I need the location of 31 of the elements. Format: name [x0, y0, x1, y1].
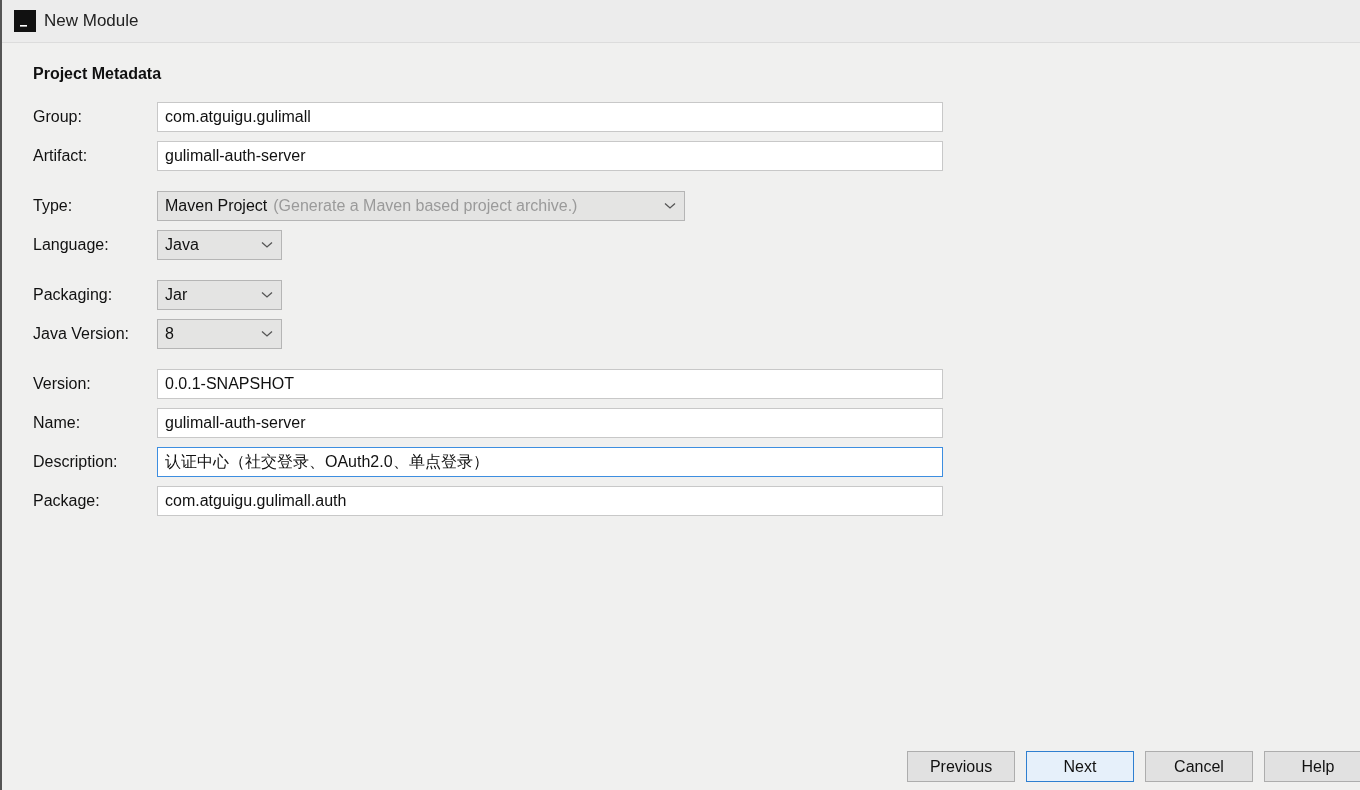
text-field[interactable]: gulimall-auth-server	[157, 408, 943, 438]
field-label: Group:	[33, 108, 83, 126]
text-field[interactable]: gulimall-auth-server	[157, 141, 943, 171]
dialog-button[interactable]: Help	[1264, 751, 1360, 782]
chevron-down-icon	[261, 291, 273, 299]
field-label: Language:	[33, 236, 110, 254]
text-field[interactable]: 认证中心（社交登录、OAuth2.0、单点登录）	[157, 447, 943, 477]
dropdown[interactable]: 8	[157, 319, 282, 349]
text-field[interactable]: 0.0.1-SNAPSHOT	[157, 369, 943, 399]
text-field[interactable]: com.atguigu.gulimall.auth	[157, 486, 943, 516]
chevron-down-icon	[664, 202, 676, 210]
dialog-button[interactable]: Next	[1026, 751, 1134, 782]
window-title: New Module	[44, 11, 139, 31]
dropdown[interactable]: Maven Project (Generate a Maven based project archive.)	[157, 191, 685, 221]
section-title: Project Metadata	[33, 65, 163, 83]
dropdown[interactable]: Java	[157, 230, 282, 260]
app-logo-icon	[14, 10, 36, 32]
chevron-down-icon	[261, 330, 273, 338]
text-field[interactable]: com.atguigu.gulimall	[157, 102, 943, 132]
chevron-down-icon	[261, 241, 273, 249]
field-label: Packaging:	[33, 286, 114, 304]
field-label: Type:	[33, 197, 74, 215]
dialog-button[interactable]: Cancel	[1145, 751, 1253, 782]
field-label: Description:	[33, 453, 119, 471]
field-label: Name:	[33, 414, 82, 432]
field-label: Java Version:	[33, 325, 131, 343]
field-label: Artifact:	[33, 147, 89, 165]
field-label: Version:	[33, 375, 92, 393]
field-label: Package:	[33, 492, 101, 510]
dropdown[interactable]: Jar	[157, 280, 282, 310]
dialog-button[interactable]: Previous	[907, 751, 1015, 782]
